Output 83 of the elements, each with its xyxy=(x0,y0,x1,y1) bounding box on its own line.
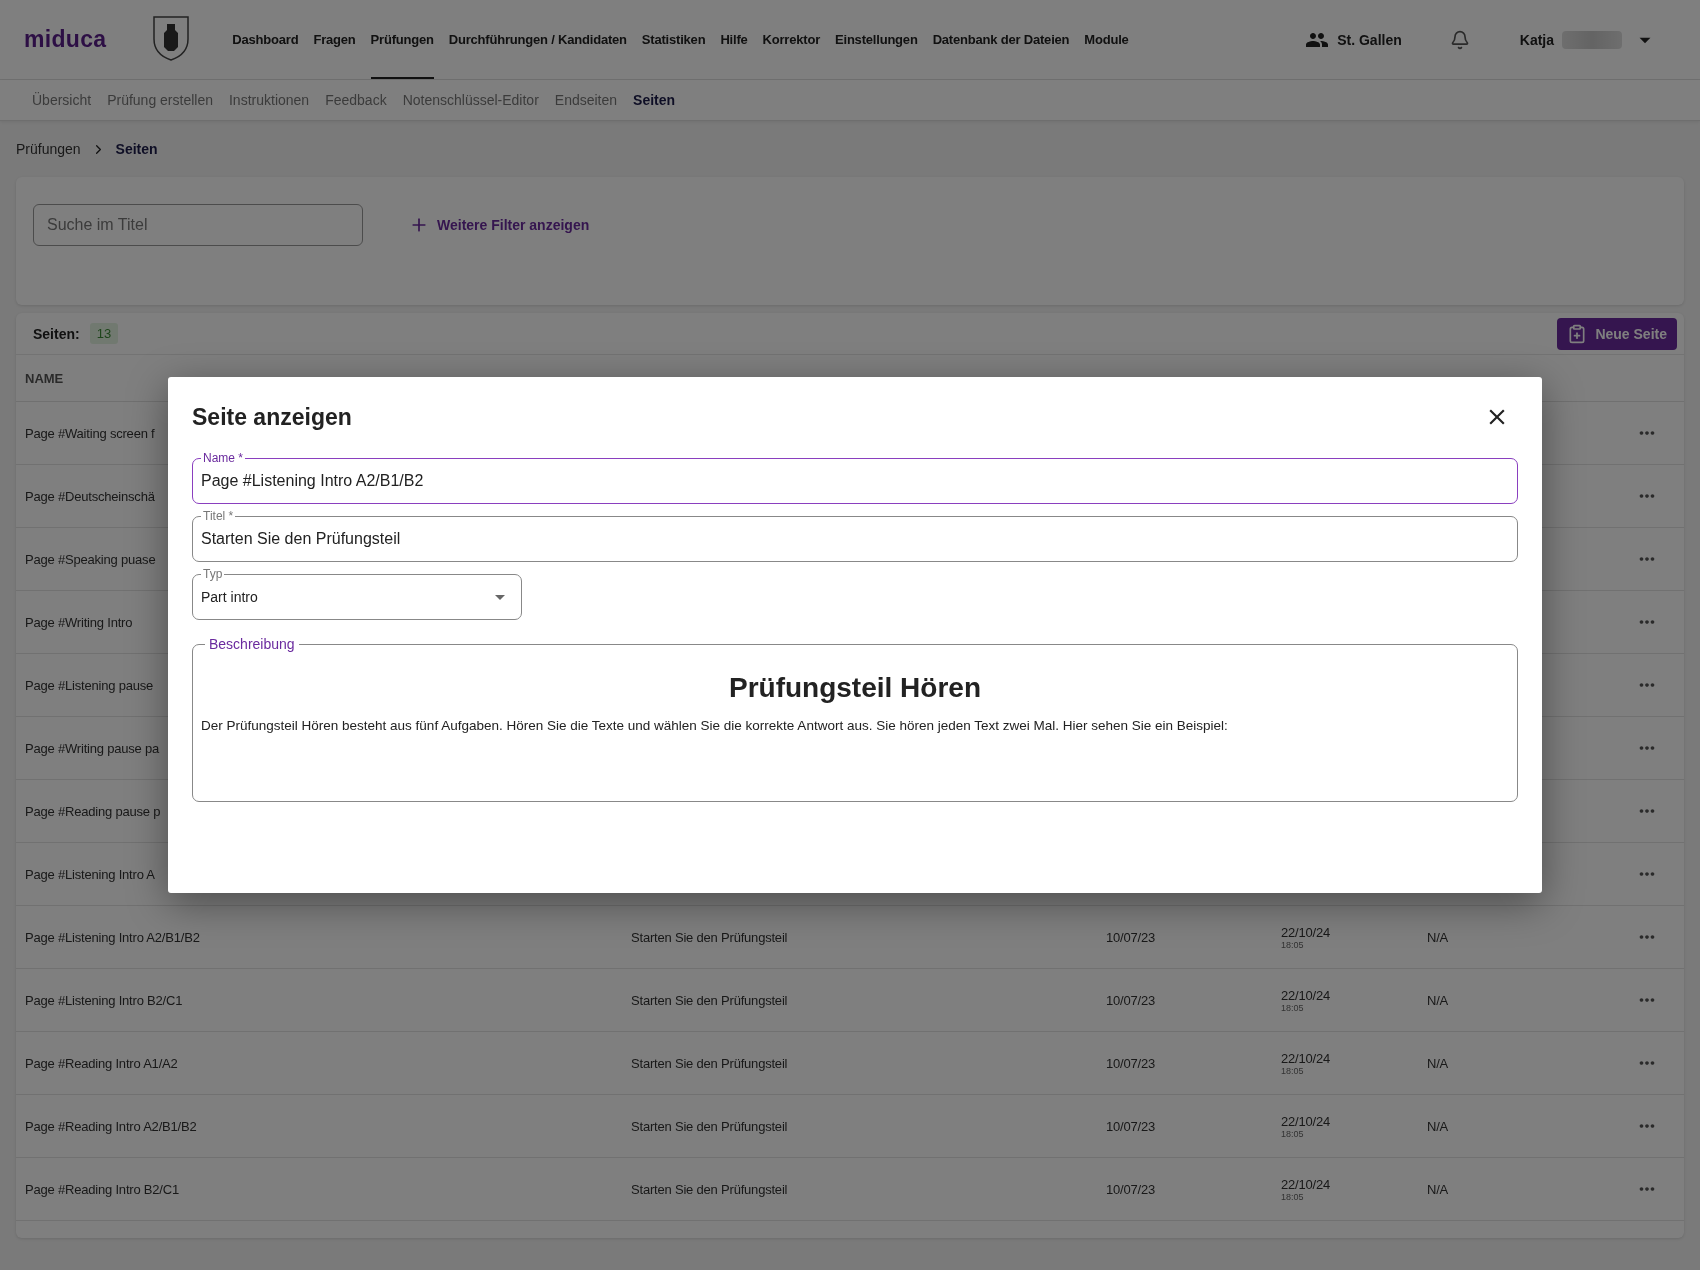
nav-tab[interactable]: Fragen xyxy=(313,0,356,79)
shield-crest-icon xyxy=(152,13,191,62)
table-cell-text: N/A xyxy=(1427,1181,1450,1197)
nav-tab[interactable]: Einstellungen xyxy=(835,0,918,79)
table-cell-text: 22/10/24 xyxy=(1281,1050,1331,1066)
time-text: 18:05 xyxy=(1281,1191,1305,1202)
table-cell-text: Page #Listening Intro A xyxy=(25,866,156,882)
table-cell-text: N/A xyxy=(1427,1118,1450,1134)
field-label: Typ xyxy=(203,567,223,581)
text-field[interactable]: Name * Page #Listening Intro A2/B1/B2 xyxy=(192,452,1518,504)
nav-tab[interactable]: Hilfe xyxy=(720,0,748,79)
table-cell-text: 22/10/24 xyxy=(1281,924,1331,940)
notification-bell-icon[interactable] xyxy=(1449,29,1470,50)
logo[interactable]: miduca xyxy=(24,26,107,53)
table-cell-text: Starten Sie den Prüfungsteil xyxy=(631,1181,789,1197)
subnav-tab[interactable]: Endseiten xyxy=(554,92,618,108)
breadcrumb-link[interactable]: Seiten xyxy=(115,141,158,157)
table-cell-text: 22/10/24 xyxy=(1281,1113,1331,1129)
select-value: Part intro xyxy=(201,589,259,605)
subnav-tab[interactable]: Notenschlüssel-Editor xyxy=(402,92,539,108)
nav-tab[interactable]: Datenbank der Dateien xyxy=(932,0,1070,79)
time-text: 18:05 xyxy=(1281,1002,1305,1013)
table-cell-text: 10/07/23 xyxy=(1106,1118,1156,1134)
table-cell-text: Page #Listening Intro A2/B1/B2 xyxy=(25,929,201,945)
location-label[interactable]: St. Gallen xyxy=(1337,31,1402,48)
table-cell-text: Page #Writing Intro xyxy=(25,614,134,630)
table-cell-text: Page #Reading Intro A2/B1/B2 xyxy=(25,1118,198,1134)
table-cell-text: 10/07/23 xyxy=(1106,929,1156,945)
table-cell-text: Page #Reading Intro B2/C1 xyxy=(25,1181,180,1197)
time-text: 18:05 xyxy=(1281,1065,1305,1076)
table-cell-text: 22/10/24 xyxy=(1281,987,1331,1003)
text-input[interactable]: Starten Sie den Prüfungsteil xyxy=(193,522,1517,558)
count-badge: 13 xyxy=(89,323,119,344)
nav-tab[interactable]: Module xyxy=(1084,0,1129,79)
breadcrumb-link[interactable]: Prüfungen xyxy=(16,141,81,157)
user-name[interactable]: Katja xyxy=(1519,31,1554,48)
table-cell-text: Page #Deutscheinschä xyxy=(25,488,156,504)
table-cell-text: N/A xyxy=(1427,992,1450,1008)
table-cell-text: Page #Reading Intro A1/A2 xyxy=(25,1055,179,1071)
table-cell-text: N/A xyxy=(1427,1055,1450,1071)
table-cell-text: Page #Listening pause xyxy=(25,677,155,693)
table-cell-text: Page #Speaking puase xyxy=(25,551,157,567)
table-cell-text: Starten Sie den Prüfungsteil xyxy=(631,1055,789,1071)
table-cell-text: 10/07/23 xyxy=(1106,992,1156,1008)
table-cell-text: Starten Sie den Prüfungsteil xyxy=(631,1118,789,1134)
table-cell-text: Page #Waiting screen f xyxy=(25,425,156,441)
nav-tab[interactable]: Statistiken xyxy=(641,0,706,79)
subnav-tab[interactable]: Feedback xyxy=(325,92,387,108)
subnav-tab[interactable]: Prüfung erstellen xyxy=(107,92,213,108)
description-editor[interactable] xyxy=(192,636,1518,802)
dialog-title: Seite anzeigen xyxy=(192,403,352,431)
text-input[interactable]: Page #Listening Intro A2/B1/B2 xyxy=(193,464,1517,500)
field-label: Name * xyxy=(203,451,243,465)
table-cell-text: 10/07/23 xyxy=(1106,1181,1156,1197)
more-filters-button[interactable]: Weitere Filter anzeigen xyxy=(403,204,596,246)
time-text: 18:05 xyxy=(1281,1128,1305,1139)
nav-tab[interactable]: Durchführungen / Kandidaten xyxy=(448,0,627,79)
dropdown-caret-icon xyxy=(495,594,505,600)
table-cell-text: Starten Sie den Prüfungsteil xyxy=(631,929,789,945)
nav-tab[interactable]: Dashboard xyxy=(232,0,299,79)
subnav-tab[interactable]: Instruktionen xyxy=(229,92,310,108)
text-field[interactable]: Titel * Starten Sie den Prüfungsteil xyxy=(192,510,1518,562)
description-text: Der Prüfungsteil Hören besteht aus fünf Aufgaben. Hören Sie die Texte und wählen Sie die korrekte Antwort aus. Sie hören jeden Text zwei Mal. Hier sehen Sie ein Beispiel: xyxy=(201,718,1229,733)
search-field[interactable]: Suche im Titel xyxy=(33,204,363,246)
nav-tab[interactable]: Korrektor xyxy=(762,0,820,79)
field-label: Beschreibung xyxy=(209,636,295,652)
table-cell-text: Page #Reading pause p xyxy=(25,803,162,819)
table-cell-text: Starten Sie den Prüfungsteil xyxy=(631,992,789,1008)
subnav-tab[interactable]: Seiten xyxy=(633,92,676,108)
count-label: Seiten: xyxy=(33,325,80,342)
table-cell-text: 22/10/24 xyxy=(1281,1176,1331,1192)
type-select[interactable]: Typ Part intro xyxy=(192,568,522,620)
field-label: Titel * xyxy=(203,509,234,523)
new-page-button[interactable]: Neue Seite xyxy=(1557,317,1677,350)
clipboard-plus-icon xyxy=(1567,323,1588,344)
table-cell-text: 10/07/23 xyxy=(1106,1055,1156,1071)
subnav-tab[interactable]: Übersicht xyxy=(32,92,92,108)
blurred-surname xyxy=(1562,30,1622,49)
table-cell-text: N/A xyxy=(1427,929,1450,945)
table-cell-text: Page #Writing pause pa xyxy=(25,740,161,756)
time-text: 18:05 xyxy=(1281,939,1305,950)
description-heading: Prüfungsteil Hören xyxy=(728,672,982,704)
table-cell-text: Page #Listening Intro B2/C1 xyxy=(25,992,184,1008)
